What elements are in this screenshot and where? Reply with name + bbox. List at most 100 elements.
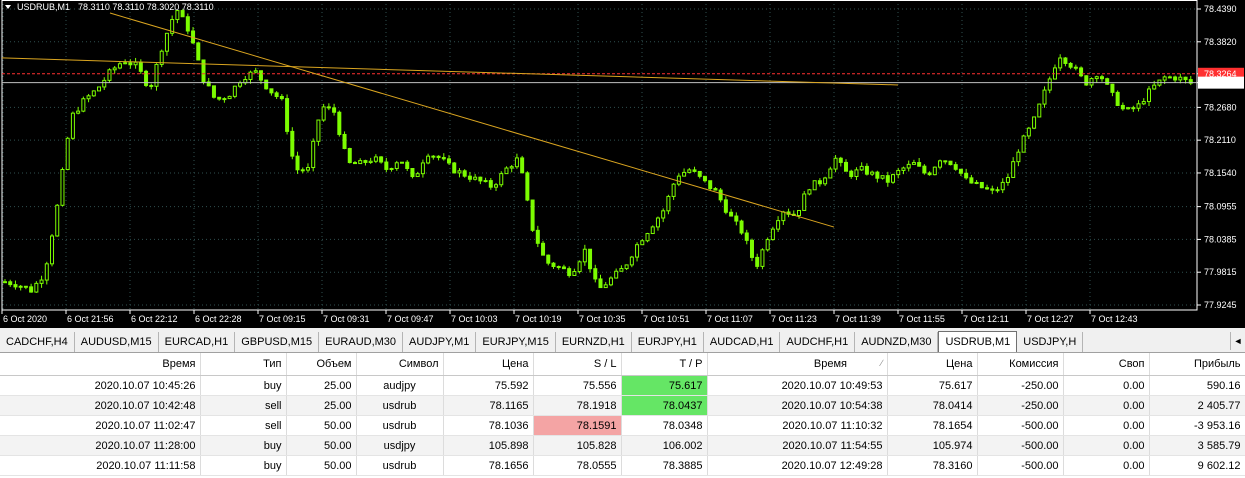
table-row[interactable]: 2020.10.07 11:11:58 buy 50.00 usdrub 78.1656… — [0, 455, 1245, 476]
candle-body — [1058, 57, 1063, 69]
candle-body — [316, 119, 321, 142]
x-tick-label: 6 Oct 21:56 — [67, 314, 114, 324]
x-tick-label: 6 Oct 22:12 — [131, 314, 178, 324]
candle-body — [86, 95, 91, 100]
candle-body — [859, 165, 864, 171]
chart-title: USDRUB,M1 — [17, 2, 70, 12]
candle-body — [974, 181, 979, 184]
candle-body — [969, 177, 974, 184]
tab-audjpy-m1[interactable]: AUDJPY,M1 — [403, 332, 477, 352]
candle-body — [593, 268, 598, 280]
x-tick-label: 7 Oct 10:51 — [643, 314, 690, 324]
candle-body — [891, 174, 896, 183]
candle-body — [598, 278, 603, 289]
candle-body — [619, 268, 624, 272]
candle-body — [953, 164, 958, 170]
candle-body — [744, 232, 749, 241]
tab-audcad-h1[interactable]: AUDCAD,H1 — [704, 332, 781, 352]
column-header[interactable]: S / L — [533, 353, 622, 376]
candle-body — [1126, 107, 1131, 110]
candle-body — [572, 271, 577, 276]
column-header[interactable]: Цена — [443, 353, 534, 376]
candle-body — [295, 155, 300, 171]
table-cell: 78.1918 — [533, 395, 622, 416]
chart-menu-triangle-icon — [5, 5, 11, 9]
table-row[interactable]: 2020.10.07 11:28:00 buy 50.00 usdjpy 105.898… — [0, 435, 1245, 456]
candle-body — [838, 157, 843, 163]
tab-eurjpy-m15[interactable]: EURJPY,M15 — [476, 332, 556, 352]
candle-body — [1110, 83, 1115, 93]
candle-body — [138, 61, 143, 72]
column-header[interactable]: Символ — [356, 353, 444, 376]
candle-body — [723, 199, 728, 213]
candle-body — [488, 180, 493, 188]
candle-body — [60, 169, 65, 206]
candle-body — [896, 169, 901, 176]
candle-body — [431, 155, 436, 158]
tab-eurcad-h1[interactable]: EURCAD,H1 — [159, 332, 236, 352]
candle-body — [65, 137, 70, 171]
table-row[interactable]: 2020.10.07 10:42:48 sell 25.00 usdrub 78.116… — [0, 395, 1245, 416]
tab-audusd-m15[interactable]: AUDUSD,M15 — [75, 332, 159, 352]
candle-body — [447, 158, 452, 164]
candle-body — [1068, 62, 1073, 68]
candle-body — [875, 171, 880, 179]
candle-body — [1063, 57, 1068, 64]
tab-eurjpy-h1[interactable]: EURJPY,H1 — [632, 332, 704, 352]
table-cell: 50.00 — [286, 455, 357, 476]
table-cell: 78.1036 — [443, 415, 534, 436]
table-cell: usdjpy — [356, 435, 444, 456]
candle-body — [603, 284, 608, 289]
column-header[interactable]: Комиссия — [977, 353, 1064, 376]
candle-body — [948, 160, 953, 166]
candle-body — [1152, 84, 1157, 90]
column-header[interactable]: Объем — [286, 353, 357, 376]
tab-euraud-m30[interactable]: EURAUD,M30 — [319, 332, 404, 352]
tab-cadchf-h4[interactable]: CADCHF,H4 — [0, 332, 75, 352]
candle-body — [415, 173, 420, 178]
column-header[interactable]: Прибыль — [1149, 353, 1245, 376]
column-header[interactable]: T / P — [621, 353, 708, 376]
candle-body — [1167, 76, 1172, 79]
column-header[interactable]: Цена — [887, 353, 978, 376]
table-cell: 78.0437 — [621, 395, 708, 416]
candle-body — [979, 181, 984, 189]
tab-gbpusd-m15[interactable]: GBPUSD,M15 — [235, 332, 320, 352]
candle-body — [55, 204, 60, 237]
candle-body — [44, 263, 49, 281]
tabs-scroll-right-icon[interactable]: ◄ — [1230, 332, 1245, 350]
candle-body — [107, 69, 112, 81]
bid-price-label: 78.3110 — [1204, 78, 1236, 88]
candle-body — [635, 244, 640, 258]
table-row[interactable]: 2020.10.07 11:02:47 sell 50.00 usdrub 78.103… — [0, 415, 1245, 436]
candle-body — [34, 282, 39, 293]
candle-body — [906, 163, 911, 169]
column-header[interactable]: Своп — [1063, 353, 1150, 376]
tab-eurnzd-h1[interactable]: EURNZD,H1 — [556, 332, 632, 352]
column-header[interactable]: Время — [0, 353, 201, 376]
chart-canvas[interactable]: 78.439078.382078.326478.311078.268078.21… — [0, 0, 1245, 328]
tab-usdrub-m1[interactable]: USDRUB,M1 — [938, 331, 1018, 352]
tab-audnzd-m30[interactable]: AUDNZD,M30 — [855, 332, 939, 352]
column-header[interactable]: Тип — [200, 353, 287, 376]
candle-body — [911, 162, 916, 165]
candle-body — [687, 169, 692, 173]
x-tick-label: 7 Oct 11:55 — [899, 314, 945, 324]
x-tick-label: 7 Oct 11:07 — [707, 314, 753, 324]
candle-body — [765, 239, 770, 251]
candle-body — [1073, 66, 1078, 69]
table-cell: 105.974 — [887, 435, 978, 456]
table-cell: 2020.10.07 11:02:47 — [0, 415, 201, 436]
candle-body — [363, 160, 368, 163]
candle-body — [232, 85, 237, 97]
price-chart[interactable]: 78.4390 78.3820 78.3264 78.3110 78.2680 78.21… — [0, 0, 1245, 328]
candle-body — [23, 285, 28, 288]
table-row[interactable]: 2020.10.07 10:45:26 buy 25.00 audjpy 75.592 7… — [0, 375, 1245, 396]
candle-body — [1011, 161, 1016, 178]
tab-audchf-h1[interactable]: AUDCHF,H1 — [780, 332, 856, 352]
candle-body — [514, 157, 519, 168]
tab-usdjpy-h[interactable]: USDJPY,H — [1017, 332, 1084, 352]
candle-body — [807, 189, 812, 195]
candle-body — [368, 160, 373, 163]
column-header[interactable]: Время ∕ — [707, 353, 888, 376]
